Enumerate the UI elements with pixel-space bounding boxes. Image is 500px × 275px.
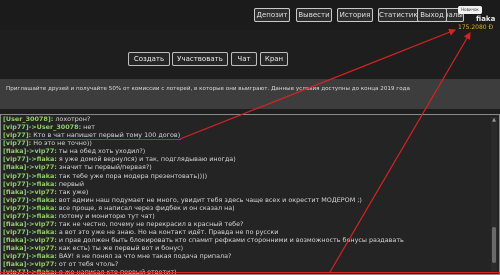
scroll-up-icon[interactable]: ▲ — [491, 117, 497, 123]
chat-message-author[interactable]: [fiaka]->vip77: — [3, 147, 57, 155]
chat-message-author[interactable]: [fiaka]->vip77: — [3, 260, 57, 268]
chat-message-text: а вот это уже не знаю. Но на контакт идё… — [56, 228, 279, 237]
join-button[interactable]: Участвовать — [172, 52, 228, 66]
chat-message-text: я уже домой вернулся) и так, подглядываю… — [56, 155, 236, 164]
chat-message-author[interactable]: [vip77]->User_30078: — [3, 123, 81, 131]
chat-message-author[interactable]: [vip77]->fiaka: — [3, 172, 57, 180]
chat-button[interactable]: Чат — [231, 52, 257, 66]
chat-message-text: нет — [81, 123, 96, 132]
chat-message-text: первый — [56, 179, 85, 188]
chat-message-author[interactable]: [vip77]->fiaka: — [3, 252, 57, 260]
chat-message: [vip77]->fiaka: ВАУ! я не понял за что м… — [3, 252, 483, 260]
chat-message-author[interactable]: [vip77]->fiaka: — [3, 196, 57, 204]
chat-scrollbar[interactable]: ▲ — [491, 117, 497, 271]
chat-message-author[interactable]: [fiaka]->vip77: — [3, 236, 57, 244]
chat-message: [fiaka]->vip77: и прав должен быть блоки… — [3, 236, 483, 244]
scroll-thumb[interactable] — [492, 227, 496, 263]
chat-message-text: потому и мониторю тут чат) — [56, 211, 155, 220]
chat-message: [fiaka]->vip77: ты на обед хоть уходил?) — [3, 147, 483, 155]
create-button[interactable]: Создать — [128, 52, 170, 66]
chat-message: [fiaka]->vip77: значит ты первый/первая?… — [3, 163, 483, 171]
chat-message-text: все проще, я написал через фидбек и он с… — [56, 203, 235, 212]
chat-message-text: ВАУ! я не понял за что мне такая подача … — [56, 252, 232, 261]
chat-message: [User_30078]: лохотрон? — [3, 115, 483, 123]
user-profile[interactable]: Новичок fiaka 175.2080 Đ — [451, 6, 499, 31]
chat-message-author[interactable]: [vip77]: — [3, 139, 31, 147]
chat-message: [vip77]->fiaka: вот админ наш подумает н… — [3, 196, 483, 204]
chat-message: [vip77]: Но это не точно)) — [3, 139, 483, 147]
chat-message-author[interactable]: [fiaka]->vip77: — [3, 188, 57, 196]
stats-button[interactable]: Статистика — [378, 8, 422, 22]
chat-message-author[interactable]: [vip77]->fiaka: — [3, 204, 57, 212]
history-button[interactable]: История — [337, 8, 373, 22]
chat-message: [vip77]->fiaka: первый — [3, 180, 483, 188]
chat-message: [fiaka]->vip77: от от тебя чтоль? — [3, 260, 483, 268]
chat-message-text: так тебе уже пора модера презентовать)))… — [56, 171, 208, 180]
chat-message: [fiaka]->vip77: как есть) ты же первый в… — [3, 244, 483, 252]
chat-message: [vip77]->fiaka: а вот это уже не знаю. Н… — [3, 228, 483, 236]
chat-message: [vip77]->fiaka: потому и мониторю тут ча… — [3, 212, 483, 220]
user-status-badge: Новичок — [458, 6, 482, 14]
chat-message-text: так уже) — [56, 187, 89, 196]
chat-message-author[interactable]: [fiaka]->vip77: — [3, 244, 57, 252]
withdraw-button[interactable]: Вывести — [296, 8, 332, 22]
chat-message-author[interactable]: [User_30078]: — [3, 115, 53, 123]
chat-message: [vip77]->fiaka: так тебе уже пора модера… — [3, 172, 483, 180]
chat-message: [fiaka]->vip77: так не честно, почему не… — [3, 220, 483, 228]
highlight-underline-bottom — [0, 272, 500, 273]
chat-message-text: как есть) ты же первый вот и бонус) — [56, 244, 184, 253]
chat-message-text: Кто в чат напишет первый тому 100 догов) — [31, 131, 181, 140]
referral-banner: Приглашайте друзей и получайте 50% от ко… — [0, 79, 500, 109]
chat-message: [vip77]->fiaka: я уже домой вернулся) и … — [3, 155, 483, 163]
faucet-button[interactable]: Кран — [260, 52, 288, 66]
highlight-underline — [0, 139, 181, 140]
chat-message-author[interactable]: [vip77]->fiaka: — [3, 212, 57, 220]
chat-message-text: значит ты первый/первая?) — [56, 163, 152, 172]
chat-message-author[interactable]: [vip77]->fiaka: — [3, 228, 57, 236]
chat-message: [vip77]->User_30078: нет — [3, 123, 483, 131]
chat-message-author[interactable]: [fiaka]->vip77: — [3, 163, 57, 171]
chat-message-author[interactable]: [vip77]->fiaka: — [3, 180, 57, 188]
deposit-button[interactable]: Депозит — [254, 8, 290, 22]
logout-button[interactable]: Выход — [417, 8, 447, 22]
chat-message-text: от от тебя чтоль? — [56, 260, 119, 269]
chat-message: [vip77]->fiaka: все проще, я написал чер… — [3, 204, 483, 212]
chat-message-text: и прав должен быть блокировать кто спами… — [56, 236, 404, 245]
chat-message-author[interactable]: [vip77]->fiaka: — [3, 155, 57, 163]
chat-message-text: лохотрон? — [53, 115, 91, 123]
chat-message-text: вот админ наш подумает не много, увидит … — [56, 195, 362, 204]
chat-message-author[interactable]: [fiaka]->vip77: — [3, 220, 57, 228]
user-name: fiaka — [476, 15, 496, 23]
chat-message-text: так не честно, почему не перекрасил в кр… — [56, 220, 244, 229]
chat-message: [fiaka]->vip77: так уже) — [3, 188, 483, 196]
chat-message-author[interactable]: [vip77]: — [3, 131, 31, 139]
chat-message-text: ты на обед хоть уходил?) — [56, 147, 146, 156]
user-balance: 175.2080 Đ — [458, 24, 494, 31]
chat-message-text: Но это не точно)) — [31, 139, 92, 148]
